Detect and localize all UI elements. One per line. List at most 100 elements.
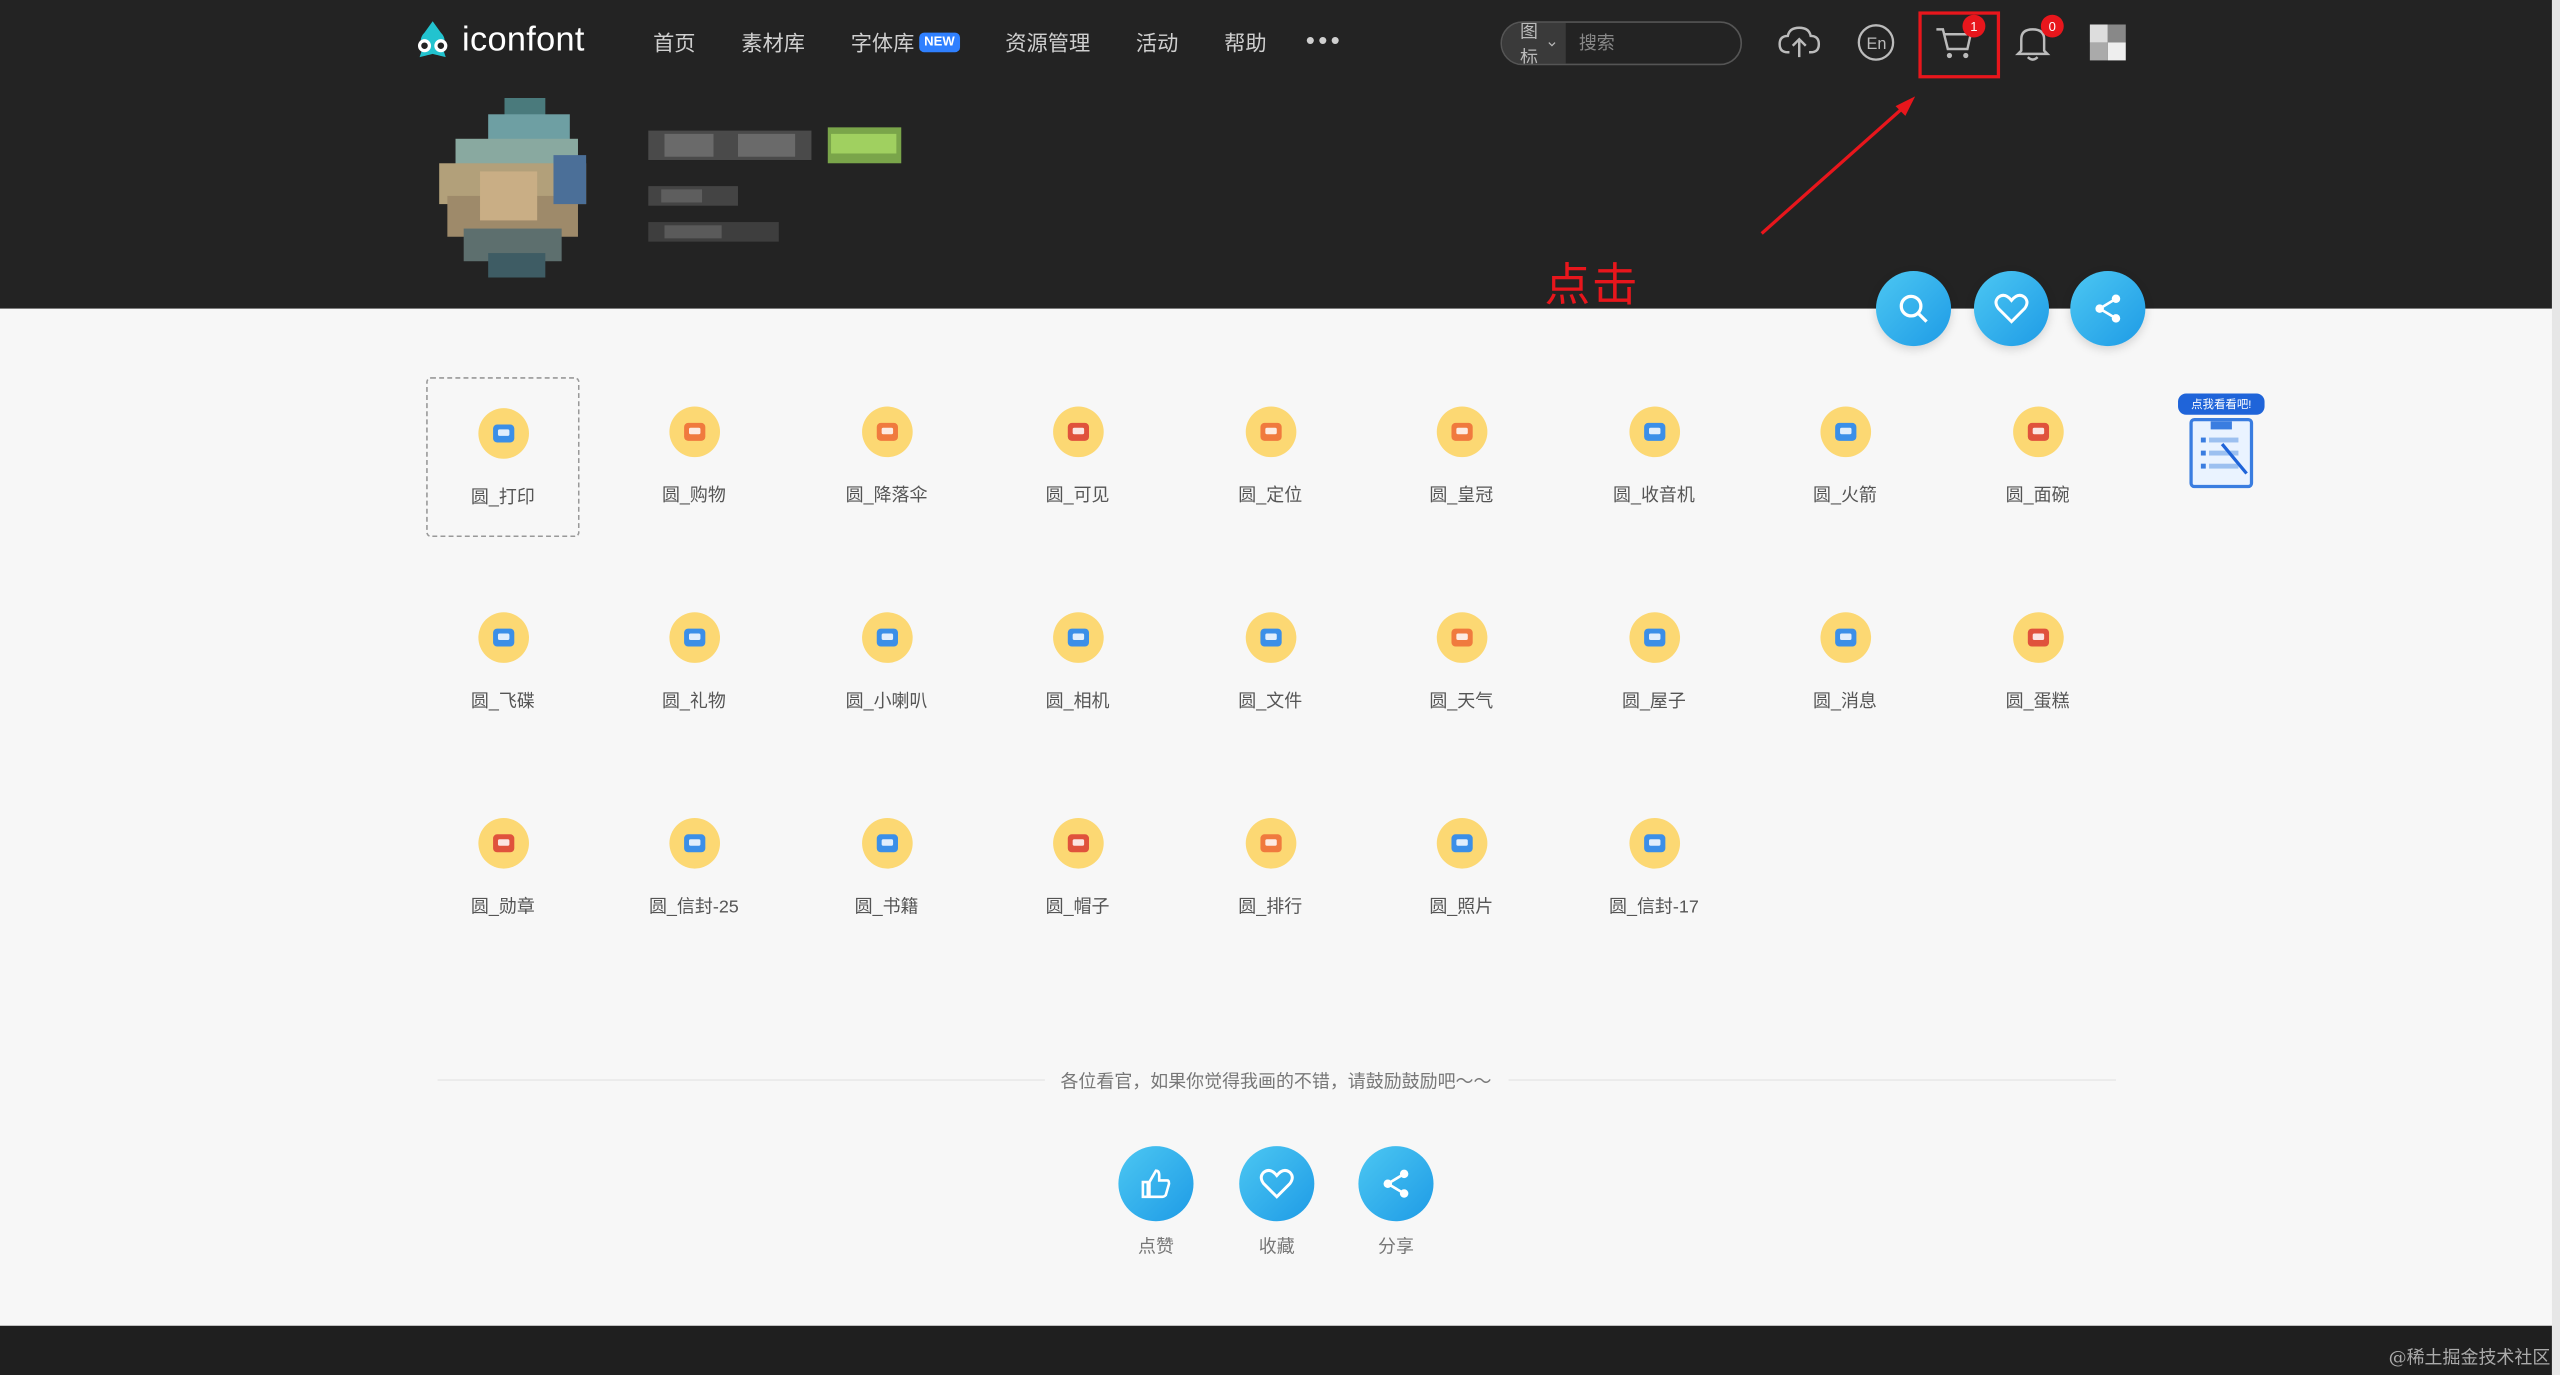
nav-item-help[interactable]: 帮助 [1224, 26, 1266, 57]
icon-card[interactable]: 圆_勋章 [426, 789, 579, 949]
icon-name: 圆_天气 [1429, 692, 1494, 712]
photo-icon [1435, 817, 1487, 869]
icon-card[interactable]: 圆_蛋糕 [1961, 583, 2114, 743]
logo-text: iconfont [462, 21, 585, 59]
icon-card[interactable]: 圆_打印 [426, 377, 580, 538]
camera-icon [1052, 612, 1103, 663]
bell-icon [1819, 612, 1871, 663]
megaphone-icon [861, 612, 912, 663]
more-menu-button[interactable]: ••• [1306, 27, 1343, 56]
favorite-float-button[interactable] [1973, 271, 2050, 347]
icon-card[interactable]: 圆_信封-17 [1577, 789, 1730, 949]
side-widget[interactable]: 点我看看吧! [2178, 393, 2265, 491]
share-circle [1358, 1146, 1434, 1222]
annotation-text: 点击 [1544, 257, 1640, 312]
icon-card[interactable]: 圆_排行 [1194, 789, 1347, 949]
radio-icon [1628, 406, 1680, 458]
icon-name: 圆_消息 [1813, 692, 1877, 712]
thumbs-up-icon [1141, 1169, 1171, 1199]
icon-card[interactable]: 圆_定位 [1194, 377, 1347, 537]
icon-name: 圆_书籍 [854, 897, 919, 918]
logo[interactable]: iconfont [410, 18, 585, 64]
icon-name: 圆_相机 [1045, 692, 1110, 712]
icon-card[interactable]: 圆_礼物 [617, 583, 770, 743]
search-icon [1899, 294, 1928, 323]
nav-item-resources[interactable]: 资源管理 [1005, 26, 1090, 57]
search-box: 图标 [1500, 21, 1743, 66]
nav-label: 素材库 [741, 31, 805, 56]
nav-item-events[interactable]: 活动 [1136, 26, 1178, 57]
folder-icon [1244, 612, 1296, 663]
upload-button[interactable] [1776, 20, 1822, 66]
profile-avatar [431, 97, 594, 278]
side-widget-label: 点我看看吧! [2178, 393, 2265, 415]
scrollbar[interactable] [2551, 0, 2560, 1375]
ufo-icon [477, 612, 529, 663]
nav-item-home[interactable]: 首页 [653, 26, 695, 57]
new-badge: NEW [919, 31, 960, 52]
icon-card[interactable]: 圆_天气 [1385, 583, 1538, 743]
icon-name: 圆_屋子 [1621, 692, 1686, 712]
icon-card[interactable]: 圆_小喇叭 [810, 583, 963, 743]
crown-icon [1435, 406, 1487, 458]
icon-card[interactable]: 圆_屋子 [1577, 583, 1730, 743]
icon-card[interactable]: 圆_文件 [1194, 583, 1347, 743]
language-en-icon: En [1857, 24, 1895, 61]
notification-button[interactable]: 0 [2010, 14, 2064, 66]
icon-card[interactable]: 圆_飞碟 [426, 583, 579, 743]
house-icon [1628, 612, 1680, 663]
heart-icon [1259, 1168, 1294, 1199]
icon-card[interactable]: 圆_可见 [1001, 377, 1154, 537]
language-button[interactable]: En [1853, 20, 1899, 66]
nav-label: 资源管理 [1005, 31, 1091, 56]
icon-card[interactable]: 圆_火箭 [1768, 377, 1921, 537]
icon-card[interactable]: 圆_相机 [1001, 583, 1154, 743]
icon-card[interactable]: 圆_收音机 [1577, 377, 1730, 537]
share-float-button[interactable] [2070, 271, 2146, 347]
user-avatar-icon [2089, 24, 2126, 61]
shopping-bag-icon [668, 406, 720, 458]
share-icon [2095, 294, 2121, 323]
cake-icon [2012, 612, 2063, 663]
icon-card[interactable]: 圆_面碗 [1961, 377, 2114, 537]
watermark: @稀土掘金技术社区 [2388, 1346, 2551, 1369]
icon-name: 圆_皇冠 [1429, 486, 1494, 507]
footer-message: 各位看官，如果你觉得我画的不错，请鼓励鼓励吧～～ [1060, 1072, 1492, 1093]
like-label: 点赞 [1137, 1237, 1174, 1258]
icon-card[interactable]: 圆_购物 [617, 377, 770, 537]
icon-card[interactable]: 圆_消息 [1768, 583, 1921, 743]
chevron-down-icon [1548, 41, 1556, 46]
book-icon [861, 817, 912, 869]
nav-label: 首页 [653, 31, 696, 56]
noodle-bowl-icon [2012, 406, 2063, 458]
icon-name: 圆_降落伞 [845, 486, 928, 507]
cart-button[interactable]: 1 [1931, 14, 1986, 66]
icon-name: 圆_帽子 [1045, 897, 1110, 918]
search-type-label: 图标 [1520, 22, 1539, 66]
icon-card[interactable]: 圆_书籍 [810, 789, 963, 949]
icon-name: 圆_打印 [470, 488, 535, 508]
collect-label: 收藏 [1258, 1237, 1295, 1258]
search-type-select[interactable]: 图标 [1502, 22, 1566, 66]
weather-icon [1435, 612, 1487, 663]
icon-name: 圆_信封-25 [648, 897, 739, 918]
page-footer-bar [0, 1325, 2552, 1375]
share-icon [1383, 1169, 1409, 1198]
icon-card[interactable]: 圆_照片 [1385, 789, 1538, 949]
share-button[interactable]: 分享 [1357, 1146, 1435, 1259]
user-avatar-button[interactable] [2085, 20, 2131, 66]
icon-card[interactable]: 圆_帽子 [1001, 789, 1154, 949]
icon-name: 圆_排行 [1238, 897, 1303, 918]
icon-card[interactable]: 圆_降落伞 [810, 377, 963, 537]
like-button[interactable]: 点赞 [1117, 1146, 1195, 1259]
search-float-button[interactable] [1875, 271, 1952, 347]
nav-item-fonts[interactable]: 字体库 NEW [851, 26, 960, 57]
heart-icon [1994, 293, 2029, 324]
icon-card[interactable]: 圆_信封-25 [617, 789, 770, 949]
collect-button[interactable]: 收藏 [1238, 1146, 1316, 1259]
annotation-arrow-icon [1760, 96, 1916, 235]
search-input[interactable] [1565, 22, 1741, 64]
icon-name: 圆_小喇叭 [845, 692, 928, 712]
icon-card[interactable]: 圆_皇冠 [1385, 377, 1538, 537]
nav-item-materials[interactable]: 素材库 [741, 26, 805, 57]
